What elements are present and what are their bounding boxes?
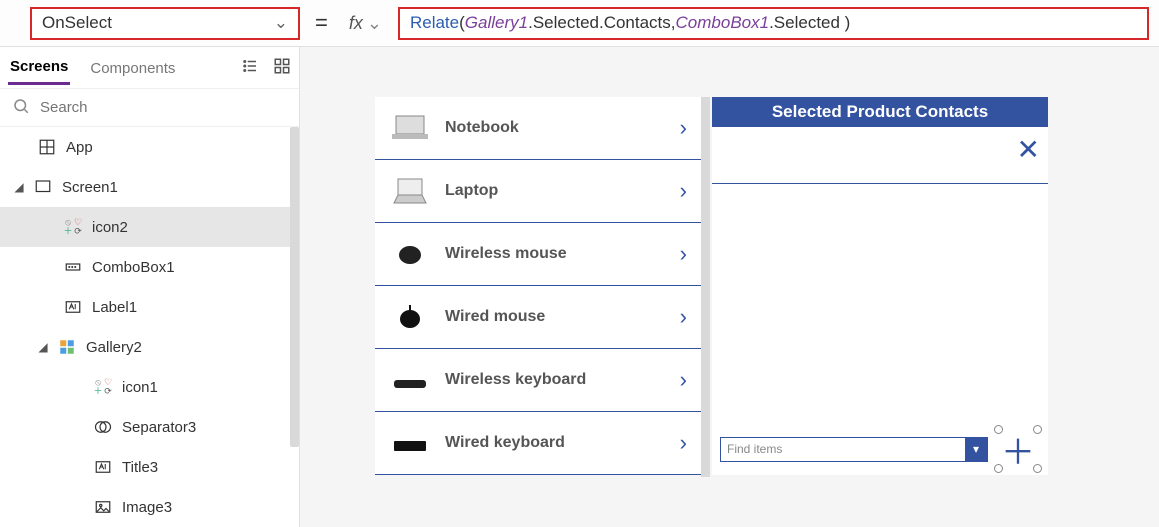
gallery-item-label: Wireless keyboard (445, 371, 666, 389)
tree-label: Title3 (122, 459, 158, 476)
scrollbar[interactable] (290, 127, 299, 447)
product-thumb (389, 238, 431, 270)
tab-components[interactable]: Components (88, 52, 177, 84)
tree-item-gallery2[interactable]: ◢ Gallery2 (0, 327, 299, 367)
gallery-item-label: Laptop (445, 182, 666, 200)
combobox[interactable]: Find items ▾ (720, 437, 988, 462)
plus-icon: ＋ (1002, 433, 1034, 465)
icons-control-icon: ⦸♡＋⟳ (92, 378, 114, 396)
tree-item-title3[interactable]: Title3 (0, 447, 299, 487)
gallery-item-label: Wireless mouse (445, 245, 666, 263)
combobox-placeholder: Find items (721, 442, 965, 456)
tree-item-icon1[interactable]: ⦸♡＋⟳ icon1 (0, 367, 299, 407)
gallery-item[interactable]: Wireless mouse › (375, 223, 701, 286)
app-icon (36, 138, 58, 156)
fx-button[interactable]: fx ⌄ (343, 13, 388, 34)
chevron-right-icon: › (680, 178, 687, 204)
selection-handle[interactable] (994, 425, 1003, 434)
chevron-down-icon: ⌄ (367, 13, 382, 34)
product-thumb (389, 175, 431, 207)
equals-label: = (310, 10, 333, 36)
chevron-down-icon[interactable]: ▾ (965, 438, 987, 461)
label-icon (92, 458, 114, 476)
gallery-item[interactable]: Wired mouse › (375, 286, 701, 349)
tree-label: Gallery2 (86, 339, 142, 356)
canvas[interactable]: Notebook › Laptop › Wireless mouse › (300, 47, 1159, 527)
fx-label: fx (349, 13, 363, 34)
tree-item-screen1[interactable]: ◢ Screen1 (0, 167, 299, 207)
app-preview: Notebook › Laptop › Wireless mouse › (375, 97, 1048, 475)
product-thumb (389, 364, 431, 396)
add-icon-selected[interactable]: ＋ (996, 427, 1040, 471)
caret-down-icon[interactable]: ◢ (38, 340, 48, 354)
tree-label: icon1 (122, 379, 158, 396)
property-name: OnSelect (42, 13, 112, 33)
image-icon (92, 498, 114, 516)
close-icon[interactable]: ✕ (1017, 133, 1040, 166)
tree-item-icon2[interactable]: ⦸♡＋⟳ icon2 (0, 207, 299, 247)
contacts-body: ✕ Find items ▾ ＋ (712, 127, 1048, 475)
search-icon (12, 97, 30, 118)
tree: App ◢ Screen1 ⦸♡＋⟳ icon2 (0, 127, 299, 527)
search-row (0, 89, 299, 127)
gallery-preview: Notebook › Laptop › Wireless mouse › (375, 97, 701, 475)
product-thumb (389, 427, 431, 459)
grid-view-icon[interactable] (273, 57, 291, 78)
tree-label: Label1 (92, 299, 137, 316)
product-thumb (389, 301, 431, 333)
tree-view-panel: Screens Components (0, 47, 300, 527)
label-icon (62, 298, 84, 316)
gallery-item[interactable]: Wired keyboard › (375, 412, 701, 475)
tree-item-label1[interactable]: Label1 (0, 287, 299, 327)
formula-token: .Selected ) (769, 13, 850, 33)
formula-input[interactable]: Relate ( Gallery1 .Selected.Contacts, Co… (398, 7, 1149, 40)
contacts-pane: Selected Product Contacts ✕ Find items ▾… (712, 97, 1048, 475)
formula-bar: OnSelect ⌄ = fx ⌄ Relate ( Gallery1 .Sel… (0, 0, 1159, 47)
gallery-item-label: Notebook (445, 119, 666, 137)
gallery-item-label: Wired mouse (445, 308, 666, 326)
list-view-icon[interactable] (241, 57, 259, 78)
icons-control-icon: ⦸♡＋⟳ (62, 218, 84, 236)
contacts-header: Selected Product Contacts (712, 97, 1048, 127)
formula-token-ident: Gallery1 (465, 13, 528, 33)
combobox-icon (62, 258, 84, 276)
chevron-down-icon: ⌄ (274, 13, 288, 33)
chevron-right-icon: › (680, 367, 687, 393)
separator-icon (92, 418, 114, 436)
gallery-item[interactable]: Wireless keyboard › (375, 349, 701, 412)
tree-label: Separator3 (122, 419, 196, 436)
chevron-right-icon: › (680, 115, 687, 141)
chevron-right-icon: › (680, 430, 687, 456)
screen-icon (32, 178, 54, 196)
chevron-right-icon: › (680, 304, 687, 330)
formula-token: .Selected.Contacts, (528, 13, 675, 33)
tree-label: App (66, 139, 93, 156)
tree-item-separator3[interactable]: Separator3 (0, 407, 299, 447)
property-selector[interactable]: OnSelect ⌄ (30, 7, 300, 40)
product-thumb (389, 112, 431, 144)
selection-handle[interactable] (1033, 464, 1042, 473)
formula-token-ident: ComboBox1 (676, 13, 770, 33)
tree-item-combobox1[interactable]: ComboBox1 (0, 247, 299, 287)
chevron-right-icon: › (680, 241, 687, 267)
scrollbar[interactable] (701, 97, 710, 477)
tree-label: Image3 (122, 499, 172, 516)
gallery-icon (56, 338, 78, 356)
tree-label: icon2 (92, 219, 128, 236)
gallery-item[interactable]: Laptop › (375, 160, 701, 223)
caret-down-icon[interactable]: ◢ (14, 180, 24, 194)
tree-item-app[interactable]: App (0, 127, 299, 167)
selection-handle[interactable] (1033, 425, 1042, 434)
gallery-item-label: Wired keyboard (445, 434, 666, 452)
tree-label: ComboBox1 (92, 259, 175, 276)
search-input[interactable] (40, 99, 287, 116)
gallery-item[interactable]: Notebook › (375, 97, 701, 160)
tree-label: Screen1 (62, 179, 118, 196)
tree-item-image3[interactable]: Image3 (0, 487, 299, 527)
separator (712, 183, 1048, 184)
tabs-row: Screens Components (0, 47, 299, 89)
selection-handle[interactable] (994, 464, 1003, 473)
formula-token-fn: Relate (410, 13, 459, 33)
tab-screens[interactable]: Screens (8, 50, 70, 85)
